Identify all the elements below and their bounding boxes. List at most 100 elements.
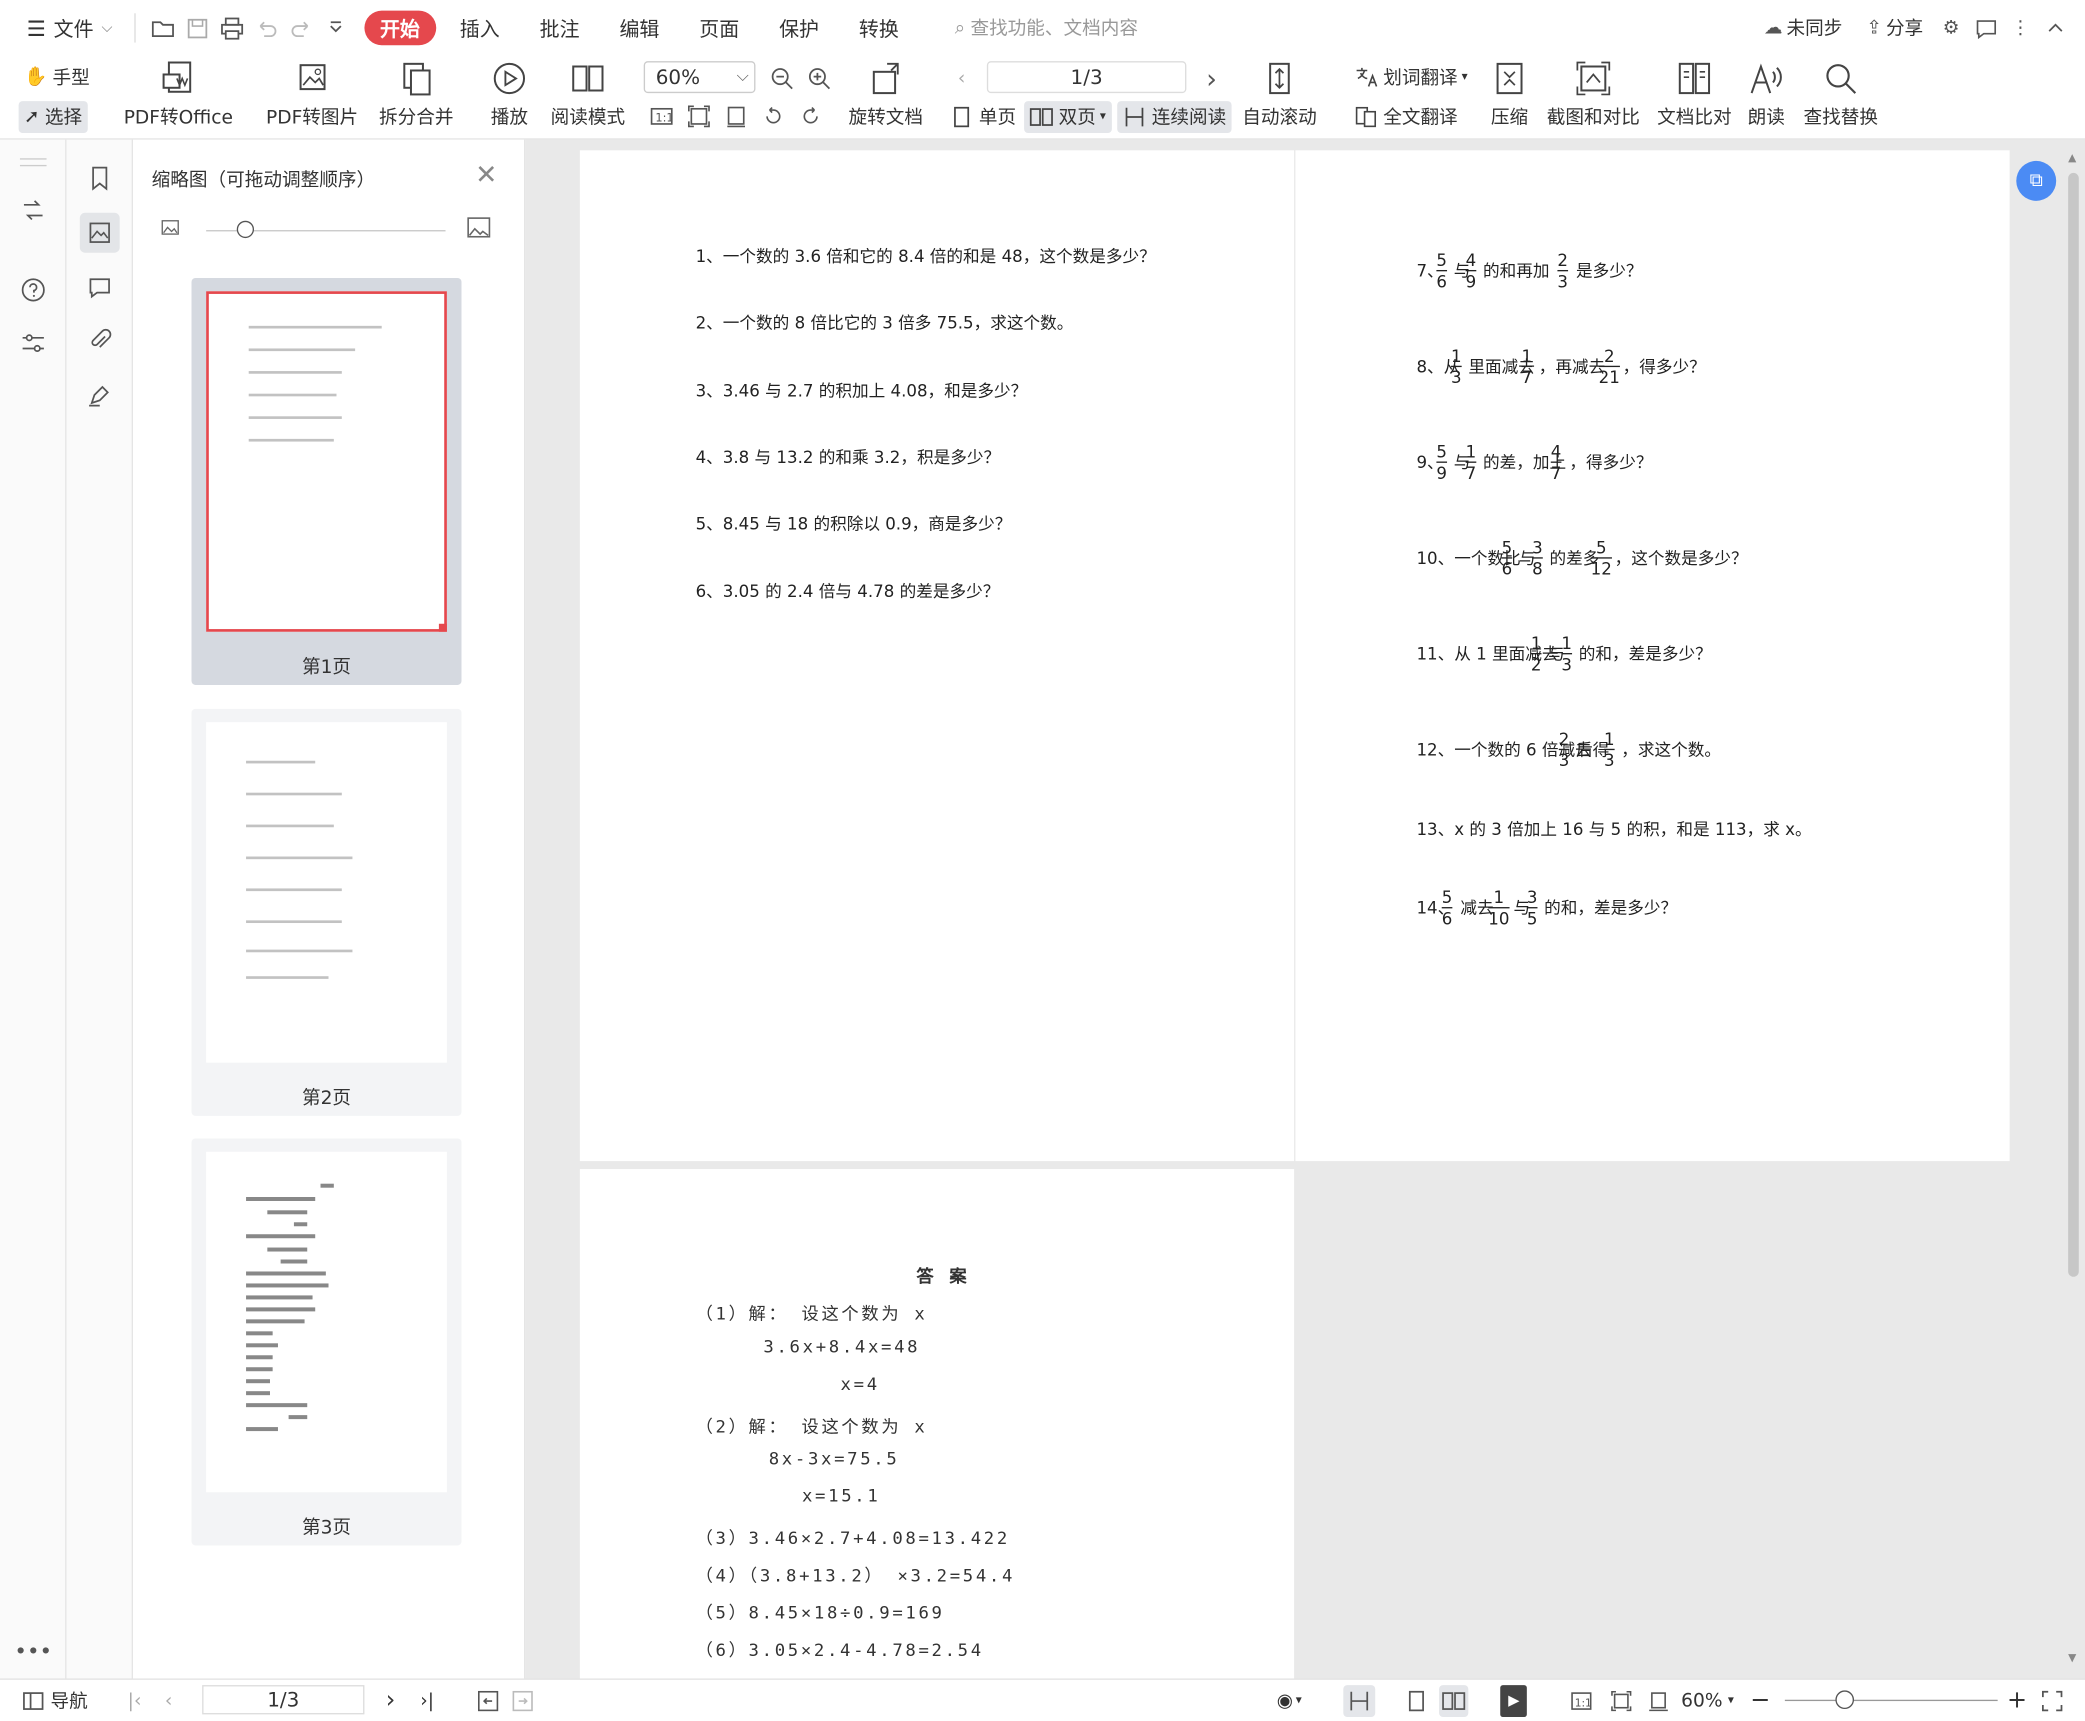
print-icon[interactable] bbox=[215, 11, 250, 46]
doc-compare-label: 文档比对 bbox=[1657, 107, 1732, 130]
page-number-input[interactable]: 1/3 bbox=[986, 61, 1187, 94]
rotate-document-button[interactable]: 旋转文档 bbox=[849, 59, 923, 131]
zoom-in-icon[interactable]: + bbox=[2007, 1684, 2027, 1716]
help-icon[interactable] bbox=[13, 270, 53, 310]
signature-icon[interactable] bbox=[80, 375, 120, 415]
pdf-to-office-button[interactable]: PDF转Office bbox=[124, 59, 233, 131]
tab-annotate[interactable]: 批注 bbox=[524, 11, 596, 46]
thumb-line bbox=[246, 1331, 273, 1336]
next-page-icon[interactable]: › bbox=[1194, 61, 1229, 96]
auto-scroll-button[interactable]: 自动滚动 bbox=[1242, 59, 1317, 131]
save-icon[interactable] bbox=[180, 11, 215, 46]
vertical-scrollbar[interactable]: ▲ ▼ bbox=[2065, 146, 2081, 1676]
status-zoom-select[interactable]: 60% ▾ bbox=[1681, 1684, 1734, 1716]
doc-compare-button[interactable]: 文档比对 bbox=[1657, 59, 1732, 131]
fullscreen-icon[interactable] bbox=[2040, 1684, 2064, 1716]
hand-tool-button[interactable]: ✋ 手型 bbox=[24, 61, 90, 93]
pdf-to-image-button[interactable]: PDF转图片 bbox=[266, 59, 358, 131]
attachment-icon[interactable] bbox=[80, 321, 120, 361]
fraction: 13 bbox=[1451, 345, 1462, 388]
undo-icon[interactable] bbox=[250, 11, 285, 46]
zoom-slider[interactable] bbox=[1784, 1699, 1998, 1702]
thumbnail-page-1[interactable]: 第1页 bbox=[191, 277, 462, 685]
convert-icon[interactable] bbox=[13, 190, 53, 230]
slider-knob[interactable] bbox=[236, 220, 255, 239]
sync-button[interactable]: ☁ 未同步 bbox=[1756, 8, 1850, 48]
continuous-read-button[interactable]: 连续阅读 bbox=[1117, 101, 1232, 133]
actual-size-icon[interactable]: 1:1 bbox=[644, 98, 679, 133]
tab-page[interactable]: 页面 bbox=[683, 11, 755, 46]
collapse-ribbon-icon[interactable] bbox=[2038, 11, 2073, 46]
full-translate-button[interactable]: 全文翻译 bbox=[1354, 101, 1458, 133]
select-tool-button[interactable]: ➚ 选择 bbox=[18, 101, 88, 133]
small-image-icon[interactable] bbox=[160, 217, 181, 244]
navigation-toggle[interactable]: 导航 bbox=[21, 1684, 88, 1716]
fraction: 5 12 bbox=[1590, 537, 1612, 579]
zoom-out-icon[interactable]: − bbox=[1750, 1684, 1770, 1716]
screenshot-compare-button[interactable]: 截图和对比 bbox=[1547, 59, 1640, 131]
rotate-left-icon[interactable] bbox=[755, 98, 790, 133]
thumbnail-preview bbox=[206, 722, 447, 1063]
previous-page-icon[interactable]: ‹ bbox=[944, 61, 979, 96]
first-page-icon[interactable]: |‹ bbox=[128, 1684, 142, 1716]
thumbnail-icon[interactable] bbox=[79, 212, 120, 253]
actual-size-icon[interactable]: 1:1 bbox=[1569, 1684, 1593, 1716]
play-button[interactable]: 播放 bbox=[489, 59, 529, 131]
fit-page-icon[interactable] bbox=[681, 98, 716, 133]
split-merge-button[interactable]: 拆分合并 bbox=[379, 59, 454, 131]
scrollbar-thumb[interactable] bbox=[2068, 172, 2079, 1277]
share-button[interactable]: ⇪ 分享 bbox=[1858, 8, 1931, 48]
scroll-up-icon[interactable]: ▲ bbox=[2068, 152, 2076, 164]
tab-home[interactable]: 开始 bbox=[364, 10, 436, 46]
more-dropdown-icon[interactable] bbox=[319, 11, 354, 46]
zoom-select[interactable]: 60% ⌵ bbox=[643, 61, 756, 94]
compress-button[interactable]: 压缩 bbox=[1490, 59, 1530, 131]
previous-page-icon[interactable]: ‹ bbox=[165, 1684, 172, 1716]
back-icon[interactable] bbox=[476, 1684, 500, 1716]
zoom-out-icon[interactable] bbox=[765, 61, 800, 96]
file-menu[interactable]: ☰ 文件 ⌵ bbox=[19, 8, 121, 48]
find-replace-button[interactable]: 查找替换 bbox=[1803, 59, 1878, 131]
tab-convert[interactable]: 转换 bbox=[843, 11, 915, 46]
continuous-mode-icon[interactable] bbox=[1343, 1684, 1376, 1717]
redo-icon[interactable] bbox=[284, 11, 319, 46]
word-translate-button[interactable]: 划词翻译 ▾ bbox=[1354, 61, 1468, 93]
read-mode-button[interactable]: 阅读模式 bbox=[551, 59, 625, 131]
play-icon[interactable]: ▶ bbox=[1500, 1684, 1528, 1717]
comment-icon[interactable] bbox=[1968, 11, 2003, 46]
search-box[interactable]: ⌕ 查找功能、文档内容 bbox=[955, 15, 1138, 42]
more-horizontal-icon[interactable]: ••• bbox=[13, 1631, 53, 1671]
fit-width-icon[interactable] bbox=[1647, 1684, 1671, 1716]
open-folder-icon[interactable] bbox=[146, 11, 181, 46]
zoom-slider-knob[interactable] bbox=[1835, 1690, 1855, 1710]
next-page-icon[interactable]: › bbox=[386, 1684, 396, 1716]
adjust-settings-icon[interactable] bbox=[13, 323, 53, 363]
large-image-icon[interactable] bbox=[466, 214, 493, 246]
fit-page-icon[interactable] bbox=[1609, 1684, 1633, 1716]
status-page-input[interactable]: 1/3 bbox=[202, 1685, 365, 1715]
document-viewport[interactable]: 1、一个数的 3.6 倍和它的 8.4 倍的和是 48，这个数是多少？ 2、一个… bbox=[525, 139, 2085, 1679]
close-icon[interactable]: ✕ bbox=[475, 158, 497, 190]
annotation-icon[interactable] bbox=[80, 267, 120, 307]
tab-edit[interactable]: 编辑 bbox=[603, 11, 675, 46]
last-page-icon[interactable]: ›| bbox=[420, 1684, 434, 1716]
more-vertical-icon[interactable]: ⋮ bbox=[2003, 11, 2038, 46]
read-aloud-button[interactable]: 朗读 bbox=[1746, 59, 1786, 131]
eye-protection-icon[interactable]: ◉ ▾ bbox=[1277, 1684, 1302, 1716]
double-page-mode-icon[interactable] bbox=[1439, 1684, 1469, 1717]
rotate-right-icon[interactable] bbox=[793, 98, 828, 133]
forward-icon[interactable] bbox=[511, 1684, 535, 1716]
scroll-down-icon[interactable]: ▼ bbox=[2068, 1652, 2076, 1664]
settings-icon[interactable]: ⚙ bbox=[1934, 11, 1969, 46]
single-page-mode-icon[interactable] bbox=[1404, 1684, 1428, 1716]
double-page-button[interactable]: 双页 ▾ bbox=[1024, 101, 1112, 133]
tab-protect[interactable]: 保护 bbox=[763, 11, 835, 46]
bookmark-icon[interactable] bbox=[80, 158, 120, 198]
zoom-in-icon[interactable] bbox=[802, 61, 837, 96]
thumbnail-page-2[interactable]: 第2页 bbox=[191, 708, 462, 1116]
floating-tool-button[interactable]: ⧉ bbox=[2016, 160, 2057, 201]
thumbnail-page-3[interactable]: 第3页 bbox=[191, 1138, 462, 1546]
tab-insert[interactable]: 插入 bbox=[444, 11, 516, 46]
fit-width-icon[interactable] bbox=[718, 98, 753, 133]
single-page-button[interactable]: 单页 bbox=[950, 101, 1016, 133]
